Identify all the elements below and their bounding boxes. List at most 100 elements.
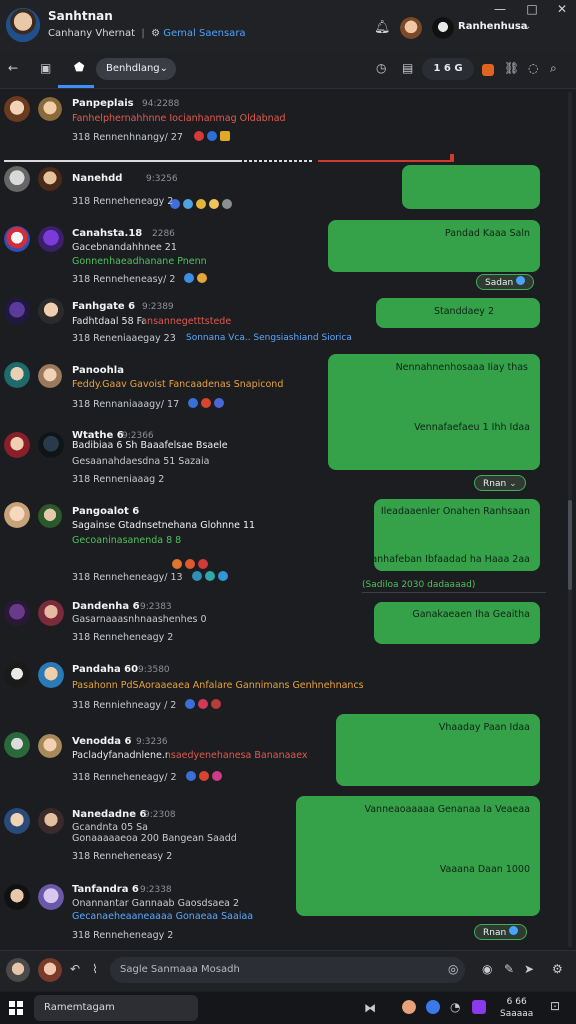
message-meta: 318 Renneheneagy/ 2 bbox=[72, 771, 225, 783]
back-arrow-icon[interactable]: ← bbox=[8, 61, 18, 75]
avatar[interactable] bbox=[4, 96, 30, 122]
bubble-text: Ileadaaenler Onahen Ranhsaan bbox=[380, 506, 530, 517]
notification-icon[interactable]: ⊡ bbox=[550, 999, 560, 1013]
sticker-icon[interactable]: ✎ bbox=[504, 962, 514, 976]
message-time: 9:3580 bbox=[138, 665, 170, 675]
avatar[interactable] bbox=[38, 600, 64, 626]
avatar[interactable] bbox=[38, 808, 64, 834]
avatar[interactable] bbox=[4, 600, 30, 626]
avatar[interactable] bbox=[4, 808, 30, 834]
attach-icon[interactable]: ⌇ bbox=[92, 962, 98, 976]
bubble-text-2: Vaaana Daan 1000 bbox=[439, 864, 530, 875]
avatar[interactable] bbox=[38, 884, 64, 910]
avatar[interactable] bbox=[4, 732, 30, 758]
avatar[interactable] bbox=[38, 226, 64, 252]
message-text-2: Gecoaninasanenda 8 8 bbox=[72, 535, 182, 546]
maximize-button[interactable]: □ bbox=[522, 2, 542, 16]
message-bubble[interactable]: Nennahnenhosaaa Iiay thas Vennafaefaeu 1… bbox=[328, 354, 540, 470]
user-avatar-1[interactable] bbox=[400, 17, 422, 39]
app-icon[interactable] bbox=[472, 1000, 486, 1014]
avatar[interactable] bbox=[4, 502, 30, 528]
message-bubble[interactable]: Vhaaday Paan Idaa bbox=[336, 714, 540, 786]
subtitle-link[interactable]: Gemal Saensara bbox=[163, 28, 245, 39]
message-author[interactable]: Pangoalot 6 bbox=[72, 506, 139, 517]
avatar[interactable] bbox=[38, 97, 62, 121]
message-author[interactable]: Nanedadne 6 bbox=[72, 809, 146, 820]
message-bubble[interactable]: Vanneaoaaaaa Genanaa Ia Veaeaa Vaaana Da… bbox=[296, 796, 540, 916]
chevron-down-icon[interactable]: ⌄ bbox=[523, 21, 531, 32]
search-icon[interactable]: ⌕ bbox=[550, 61, 557, 76]
avatar[interactable] bbox=[4, 226, 30, 252]
avatar[interactable] bbox=[4, 432, 30, 458]
message-author[interactable]: Canahsta.18 bbox=[72, 228, 142, 239]
settings-icon: ⚙ bbox=[151, 28, 161, 39]
doc-icon[interactable]: ▤ bbox=[402, 61, 413, 75]
wifi-icon[interactable]: ◔ bbox=[450, 1000, 460, 1014]
message-author[interactable]: Panpeplais bbox=[72, 98, 134, 109]
message-author[interactable]: Nanehdd bbox=[72, 173, 122, 184]
self-avatar-2[interactable] bbox=[38, 958, 62, 982]
avatar[interactable] bbox=[4, 298, 30, 324]
message-author[interactable]: Fanhgate 6 bbox=[72, 301, 135, 312]
inline-note: (Sadiloa 2030 dadaaaad) bbox=[362, 580, 476, 590]
avatar[interactable] bbox=[4, 166, 30, 192]
avatar[interactable] bbox=[4, 362, 30, 388]
tray-avatar[interactable] bbox=[402, 1000, 416, 1014]
message-bubble[interactable]: Pandad Kaaa Saln bbox=[328, 220, 540, 272]
filter-label: Benhdlang bbox=[106, 63, 160, 74]
avatar[interactable] bbox=[38, 662, 64, 688]
message-bubble[interactable]: Ileadaaenler Onahen Ranhsaan Fanhafeban … bbox=[367, 499, 540, 571]
message-time: 9:2383 bbox=[140, 602, 172, 612]
minimize-button[interactable]: — bbox=[490, 2, 510, 16]
message-meta: 318 Renneheneagy/ 13 bbox=[72, 571, 231, 583]
avatar[interactable] bbox=[38, 298, 64, 324]
bubble-text: Vhaaday Paan Idaa bbox=[438, 722, 530, 733]
filter-dropdown[interactable]: Benhdlang ⌄ bbox=[96, 58, 176, 80]
emoji-icon[interactable]: ◎ bbox=[448, 962, 458, 976]
taskbar-clock[interactable]: 6 66 Saaaaa bbox=[500, 996, 533, 1020]
user-avatar-2[interactable] bbox=[432, 17, 454, 39]
counter-badge[interactable]: 1 6 G bbox=[422, 58, 474, 80]
scrollbar-thumb[interactable] bbox=[568, 500, 572, 590]
message-bubble[interactable]: Ganakaeaen Iha Geaitha bbox=[374, 602, 540, 644]
window-icon[interactable]: ▣ bbox=[40, 61, 51, 75]
avatar[interactable] bbox=[38, 364, 62, 388]
reaction-icon bbox=[206, 131, 217, 141]
browser-icon[interactable] bbox=[426, 1000, 440, 1014]
avatar[interactable] bbox=[38, 167, 62, 191]
settings-icon[interactable]: ⚙ bbox=[552, 962, 563, 976]
message-author[interactable]: Venodda 6 bbox=[72, 736, 131, 747]
message-bubble[interactable]: Standdaey 2 bbox=[376, 298, 540, 328]
message-time: 9:2308 bbox=[144, 810, 176, 820]
bell-icon[interactable]: 🔔︎ bbox=[374, 20, 391, 35]
record-icon[interactable] bbox=[482, 64, 494, 76]
message-author[interactable]: Pandaha 60 bbox=[72, 664, 138, 675]
message-meta: 318 Renneheneasy 2 bbox=[72, 851, 173, 862]
chat-icon[interactable]: ◌ bbox=[528, 61, 538, 75]
self-avatar[interactable] bbox=[6, 958, 30, 982]
avatar[interactable] bbox=[4, 884, 30, 910]
avatar[interactable] bbox=[38, 432, 64, 458]
message-author[interactable]: Tanfandra 6 bbox=[72, 884, 139, 895]
message-author[interactable]: Dandenha 6 bbox=[72, 601, 140, 612]
user-label[interactable]: Ranhenhusa bbox=[458, 21, 528, 32]
undo-icon[interactable]: ↶ bbox=[70, 962, 80, 976]
message-text-2: Gesaanahdaesdna 51 Sazaia bbox=[72, 456, 210, 467]
message-bubble[interactable] bbox=[402, 165, 540, 209]
taskbar-search[interactable]: Ramemtagam bbox=[34, 995, 198, 1021]
tray-icon[interactable]: ⧓ bbox=[364, 1001, 376, 1015]
windows-start-icon[interactable] bbox=[9, 1001, 23, 1015]
message-author[interactable]: Panoohla bbox=[72, 365, 124, 376]
avatar[interactable] bbox=[38, 734, 62, 758]
message-input[interactable]: Sagle Sanmaaa Mosadh bbox=[110, 957, 465, 983]
status-chip: Rnan bbox=[474, 924, 528, 940]
bookmark-icon[interactable]: ⬟ bbox=[74, 60, 84, 74]
channel-avatar[interactable] bbox=[6, 8, 40, 42]
gif-icon[interactable]: ◉ bbox=[482, 962, 492, 976]
avatar[interactable] bbox=[38, 504, 62, 528]
clock-icon[interactable]: ◷ bbox=[376, 61, 386, 75]
close-button[interactable]: ✕ bbox=[552, 2, 572, 16]
avatar[interactable] bbox=[4, 662, 30, 688]
link-icon[interactable]: ⛓ bbox=[504, 61, 519, 75]
send-icon[interactable]: ➤ bbox=[524, 962, 534, 976]
